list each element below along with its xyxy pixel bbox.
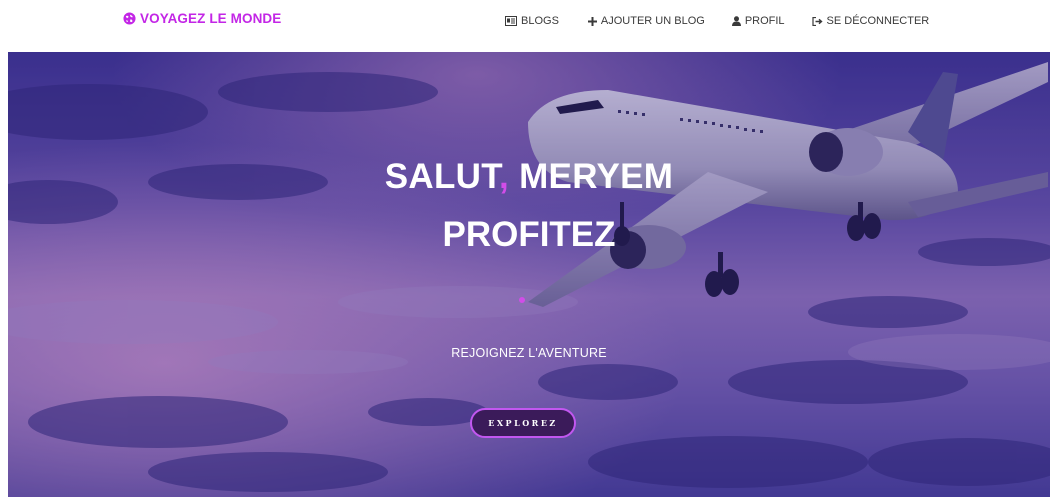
user-icon [731, 16, 741, 26]
plus-icon [587, 16, 597, 26]
nav-blogs-label: BLOGS [521, 15, 559, 27]
globe-icon [123, 12, 136, 25]
nav-logout-label: SE DÉCONNECTER [826, 15, 930, 27]
hero-greeting: SALUT, MERYEM [8, 157, 1050, 197]
hero-tagline: REJOIGNEZ L'AVENTURE [451, 346, 607, 360]
explore-button[interactable]: EXPLOREZ [470, 408, 576, 438]
nav-profile[interactable]: PROFIL [731, 15, 785, 27]
nav-add-blog[interactable]: AJOUTER UN BLOG [587, 15, 705, 27]
hero-section: SALUT, MERYEM PROFITEZ REJOIGNEZ L'AVENT… [8, 52, 1050, 497]
greeting-prefix: SALUT [384, 157, 500, 196]
nav-profile-label: PROFIL [744, 15, 785, 27]
hero-subheading: PROFITEZ [442, 215, 616, 254]
sign-out-icon [811, 16, 823, 26]
greeting-comma: , [499, 157, 510, 196]
greeting-name: MERYEM [509, 157, 674, 196]
main-nav: BLOGS AJOUTER UN BLOG PROFIL SE DÉCONNEC… [505, 15, 929, 27]
nav-add-blog-label: AJOUTER UN BLOG [600, 15, 705, 27]
accent-dot [519, 297, 525, 303]
nav-logout[interactable]: SE DÉCONNECTER [811, 15, 930, 27]
brand-link[interactable]: VOYAGEZ LE MONDE [123, 11, 281, 26]
nav-blogs[interactable]: BLOGS [505, 15, 559, 27]
navbar: VOYAGEZ LE MONDE BLOGS AJOUTER UN BLOG P… [0, 0, 1058, 52]
brand-label: VOYAGEZ LE MONDE [140, 11, 282, 26]
id-card-icon [505, 16, 517, 26]
